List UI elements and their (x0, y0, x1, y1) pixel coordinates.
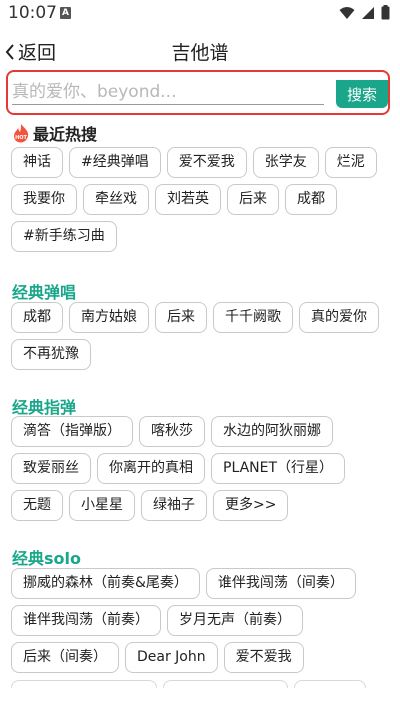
status-icons (339, 5, 390, 20)
section-title-classic-singing: 经典弹唱 (12, 283, 77, 302)
cutoff-chip (11, 680, 157, 688)
title-bar: 返回 吉他谱 (0, 34, 400, 70)
more-button[interactable]: 更多>> (213, 490, 289, 521)
song-chip[interactable]: 谁伴我闯荡（间奏） (205, 568, 356, 599)
notification-a-icon: A (60, 7, 71, 19)
song-chip[interactable]: 后来 (155, 302, 207, 333)
hot-search-chip[interactable]: #经典弹唱 (69, 147, 161, 178)
song-chip[interactable]: 挪威的森林（前奏&尾奏） (11, 568, 200, 599)
hot-search-chip[interactable]: #新手练习曲 (11, 221, 117, 252)
hot-flame-icon: HOT (14, 124, 29, 143)
hot-search-chip[interactable]: 刘若英 (155, 184, 221, 215)
classic-singing-list: 成都 南方姑娘 后来 千千阙歌 真的爱你 不再犹豫 (11, 302, 395, 370)
battery-icon (381, 5, 390, 20)
song-chip[interactable]: 喀秋莎 (139, 416, 205, 447)
song-chip[interactable]: 南方姑娘 (69, 302, 149, 333)
song-chip[interactable]: 致爱丽丝 (11, 453, 91, 484)
song-chip[interactable]: 千千阙歌 (213, 302, 293, 333)
svg-text:HOT: HOT (15, 135, 27, 141)
hot-search-chip[interactable]: 爱不爱我 (166, 147, 247, 178)
song-chip[interactable]: 真的爱你 (299, 302, 379, 333)
cutoff-chip (294, 680, 366, 688)
song-chip[interactable]: Dear John (125, 642, 218, 673)
status-bar: 10:07 A (0, 0, 400, 28)
cutoff-chip (163, 680, 288, 688)
search-button[interactable]: 搜索 (336, 80, 388, 108)
hot-search-chip[interactable]: 我要你 (11, 184, 77, 215)
page-title: 吉他谱 (171, 42, 229, 64)
section-title-classic-solo: 经典solo (12, 549, 81, 568)
hot-search-chip[interactable]: 张学友 (252, 147, 319, 178)
hot-search-chip[interactable]: 后来 (227, 184, 279, 215)
song-chip[interactable]: 水边的阿狄丽娜 (211, 416, 333, 447)
section-title-classic-fingerstyle: 经典指弹 (12, 398, 77, 417)
classic-solo-list: 挪威的森林（前奏&尾奏） 谁伴我闯荡（间奏） 谁伴我闯荡（前奏） 岁月无声（前奏… (11, 568, 395, 673)
search-input[interactable] (12, 79, 324, 105)
hot-search-chip[interactable]: 牵丝戏 (83, 184, 149, 215)
song-chip[interactable]: 无题 (11, 490, 63, 521)
hot-search-chip[interactable]: 神话 (11, 147, 63, 178)
song-chip[interactable]: 成都 (11, 302, 63, 333)
song-chip[interactable]: 滴答（指弹版） (11, 416, 133, 447)
song-chip[interactable]: 绿袖子 (141, 490, 207, 521)
signal-icon (362, 6, 374, 19)
song-chip[interactable]: 爱不爱我 (223, 642, 304, 673)
song-chip[interactable]: 你离开的真相 (97, 453, 205, 484)
song-chip[interactable]: 岁月无声（前奏） (167, 605, 303, 636)
hot-search-header: HOT 最近热搜 (12, 121, 97, 145)
song-chip[interactable]: 谁伴我闯荡（前奏） (11, 605, 161, 636)
song-chip[interactable]: 小星星 (69, 490, 135, 521)
classic-fingerstyle-list: 滴答（指弹版） 喀秋莎 水边的阿狄丽娜 致爱丽丝 你离开的真相 PLANET（行… (11, 416, 395, 521)
status-time: 10:07 (8, 3, 57, 23)
song-chip[interactable]: PLANET（行星） (211, 453, 346, 484)
hot-search-chip[interactable]: 烂泥 (324, 147, 377, 178)
hot-search-list: 神话 #经典弹唱 爱不爱我 张学友 烂泥 我要你 牵丝戏 刘若英 后来 成都 #… (11, 147, 395, 252)
hot-search-title: 最近热搜 (33, 125, 98, 144)
wifi-icon (339, 6, 355, 19)
song-chip[interactable]: 不再犹豫 (11, 339, 91, 370)
cutoff-chip-row (11, 680, 395, 688)
hot-search-chip[interactable]: 成都 (285, 184, 337, 215)
song-chip[interactable]: 后来（间奏） (11, 642, 119, 673)
